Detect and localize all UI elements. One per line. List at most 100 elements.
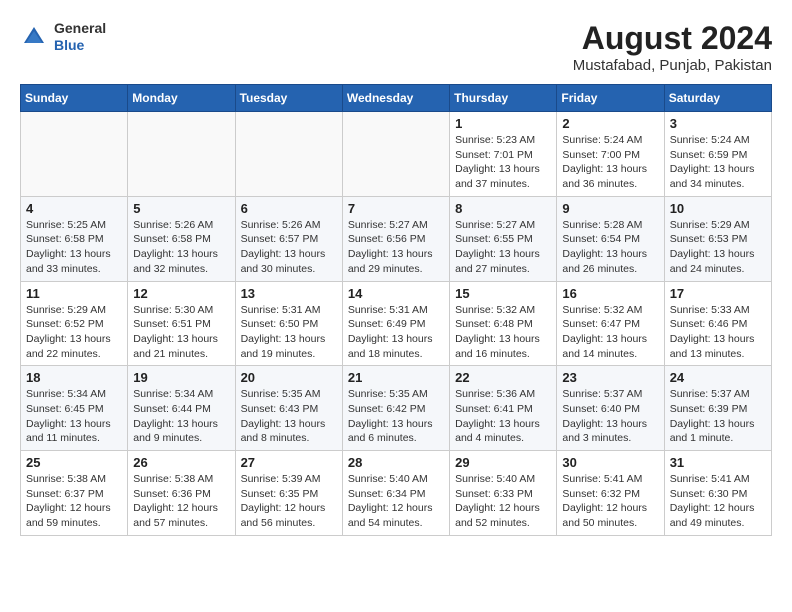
day-number: 2 [562,116,658,131]
day-info: Sunrise: 5:32 AMSunset: 6:47 PMDaylight:… [562,303,658,362]
logo: General Blue [20,20,106,54]
day-number: 18 [26,370,122,385]
table-row: 14 Sunrise: 5:31 AMSunset: 6:49 PMDayligh… [342,281,449,366]
day-number: 24 [670,370,766,385]
logo-icon [20,23,48,51]
day-number: 27 [241,455,337,470]
day-info: Sunrise: 5:31 AMSunset: 6:50 PMDaylight:… [241,303,337,362]
table-row: 22 Sunrise: 5:36 AMSunset: 6:41 PMDayligh… [450,366,557,451]
table-row: 2 Sunrise: 5:24 AMSunset: 7:00 PMDaylight… [557,112,664,197]
weekday-header-thursday: Thursday [450,85,557,112]
logo-text: General Blue [54,20,106,54]
table-row: 20Sunrise: 5:35 AMSunset: 6:43 PMDayligh… [235,366,342,451]
location-subtitle: Mustafabad, Punjab, Pakistan [573,57,772,74]
weekday-header-sunday: Sunday [21,85,128,112]
table-row: 1 Sunrise: 5:23 AMSunset: 7:01 PMDaylight… [450,112,557,197]
calendar-week-row: 4Sunrise: 5:25 AMSunset: 6:58 PMDaylight… [21,196,772,281]
day-info: Sunrise: 5:34 AMSunset: 6:45 PMDaylight:… [26,387,122,446]
day-number: 5 [133,201,229,216]
day-number: 8 [455,201,551,216]
table-row: 29 Sunrise: 5:40 AMSunset: 6:33 PMDayligh… [450,451,557,536]
day-number: 7 [348,201,444,216]
table-row: 25Sunrise: 5:38 AMSunset: 6:37 PMDayligh… [21,451,128,536]
table-row: 26 Sunrise: 5:38 AMSunset: 6:36 PMDayligh… [128,451,235,536]
day-number: 10 [670,201,766,216]
table-row: 10 Sunrise: 5:29 AMSunset: 6:53 PMDayligh… [664,196,771,281]
table-row: 5Sunrise: 5:26 AMSunset: 6:58 PMDaylight… [128,196,235,281]
day-info: Sunrise: 5:27 AMSunset: 6:55 PMDaylight:… [455,218,551,277]
day-number: 28 [348,455,444,470]
table-row: 12 Sunrise: 5:30 AMSunset: 6:51 PMDayligh… [128,281,235,366]
day-number: 1 [455,116,551,131]
weekday-header-friday: Friday [557,85,664,112]
day-number: 17 [670,286,766,301]
calendar-table: SundayMondayTuesdayWednesdayThursdayFrid… [20,84,772,536]
logo-blue: Blue [54,37,84,53]
table-row: 7 Sunrise: 5:27 AMSunset: 6:56 PMDaylight… [342,196,449,281]
day-info: Sunrise: 5:24 AMSunset: 7:00 PMDaylight:… [562,133,658,192]
table-row [21,112,128,197]
table-row: 31Sunrise: 5:41 AMSunset: 6:30 PMDayligh… [664,451,771,536]
day-number: 25 [26,455,122,470]
table-row: 3 Sunrise: 5:24 AMSunset: 6:59 PMDaylight… [664,112,771,197]
day-info: Sunrise: 5:23 AMSunset: 7:01 PMDaylight:… [455,133,551,192]
table-row [235,112,342,197]
table-row: 16 Sunrise: 5:32 AMSunset: 6:47 PMDayligh… [557,281,664,366]
day-info: Sunrise: 5:30 AMSunset: 6:51 PMDaylight:… [133,303,229,362]
table-row: 13 Sunrise: 5:31 AMSunset: 6:50 PMDayligh… [235,281,342,366]
day-info: Sunrise: 5:40 AMSunset: 6:33 PMDaylight:… [455,472,551,531]
day-number: 19 [133,370,229,385]
calendar-week-row: 25Sunrise: 5:38 AMSunset: 6:37 PMDayligh… [21,451,772,536]
day-number: 16 [562,286,658,301]
table-row: 8 Sunrise: 5:27 AMSunset: 6:55 PMDaylight… [450,196,557,281]
table-row: 4Sunrise: 5:25 AMSunset: 6:58 PMDaylight… [21,196,128,281]
day-number: 12 [133,286,229,301]
day-info: Sunrise: 5:40 AMSunset: 6:34 PMDaylight:… [348,472,444,531]
logo-general: General [54,20,106,36]
title-block: August 2024 Mustafabad, Punjab, Pakistan [573,20,772,74]
weekday-header-monday: Monday [128,85,235,112]
day-info: Sunrise: 5:32 AMSunset: 6:48 PMDaylight:… [455,303,551,362]
table-row: 9Sunrise: 5:28 AMSunset: 6:54 PMDaylight… [557,196,664,281]
day-number: 13 [241,286,337,301]
table-row: 11Sunrise: 5:29 AMSunset: 6:52 PMDayligh… [21,281,128,366]
day-number: 26 [133,455,229,470]
day-info: Sunrise: 5:25 AMSunset: 6:58 PMDaylight:… [26,218,122,277]
table-row: 28 Sunrise: 5:40 AMSunset: 6:34 PMDayligh… [342,451,449,536]
table-row: 24 Sunrise: 5:37 AMSunset: 6:39 PMDayligh… [664,366,771,451]
day-number: 22 [455,370,551,385]
day-info: Sunrise: 5:31 AMSunset: 6:49 PMDaylight:… [348,303,444,362]
day-info: Sunrise: 5:28 AMSunset: 6:54 PMDaylight:… [562,218,658,277]
calendar-week-row: 11Sunrise: 5:29 AMSunset: 6:52 PMDayligh… [21,281,772,366]
weekday-header-saturday: Saturday [664,85,771,112]
day-info: Sunrise: 5:41 AMSunset: 6:30 PMDaylight:… [670,472,766,531]
day-number: 14 [348,286,444,301]
day-number: 21 [348,370,444,385]
table-row: 19 Sunrise: 5:34 AMSunset: 6:44 PMDayligh… [128,366,235,451]
day-number: 20 [241,370,337,385]
day-number: 6 [241,201,337,216]
day-info: Sunrise: 5:26 AMSunset: 6:57 PMDaylight:… [241,218,337,277]
table-row: 17Sunrise: 5:33 AMSunset: 6:46 PMDayligh… [664,281,771,366]
day-number: 30 [562,455,658,470]
table-row: 30 Sunrise: 5:41 AMSunset: 6:32 PMDayligh… [557,451,664,536]
table-row: 23Sunrise: 5:37 AMSunset: 6:40 PMDayligh… [557,366,664,451]
day-info: Sunrise: 5:38 AMSunset: 6:36 PMDaylight:… [133,472,229,531]
day-number: 11 [26,286,122,301]
table-row: 18 Sunrise: 5:34 AMSunset: 6:45 PMDayligh… [21,366,128,451]
day-info: Sunrise: 5:34 AMSunset: 6:44 PMDaylight:… [133,387,229,446]
day-info: Sunrise: 5:27 AMSunset: 6:56 PMDaylight:… [348,218,444,277]
day-info: Sunrise: 5:24 AMSunset: 6:59 PMDaylight:… [670,133,766,192]
day-info: Sunrise: 5:37 AMSunset: 6:39 PMDaylight:… [670,387,766,446]
day-info: Sunrise: 5:29 AMSunset: 6:53 PMDaylight:… [670,218,766,277]
weekday-header-row: SundayMondayTuesdayWednesdayThursdayFrid… [21,85,772,112]
day-number: 3 [670,116,766,131]
day-info: Sunrise: 5:41 AMSunset: 6:32 PMDaylight:… [562,472,658,531]
table-row: 6 Sunrise: 5:26 AMSunset: 6:57 PMDaylight… [235,196,342,281]
table-row [128,112,235,197]
day-number: 15 [455,286,551,301]
day-info: Sunrise: 5:36 AMSunset: 6:41 PMDaylight:… [455,387,551,446]
day-info: Sunrise: 5:39 AMSunset: 6:35 PMDaylight:… [241,472,337,531]
table-row: 27 Sunrise: 5:39 AMSunset: 6:35 PMDayligh… [235,451,342,536]
day-number: 29 [455,455,551,470]
